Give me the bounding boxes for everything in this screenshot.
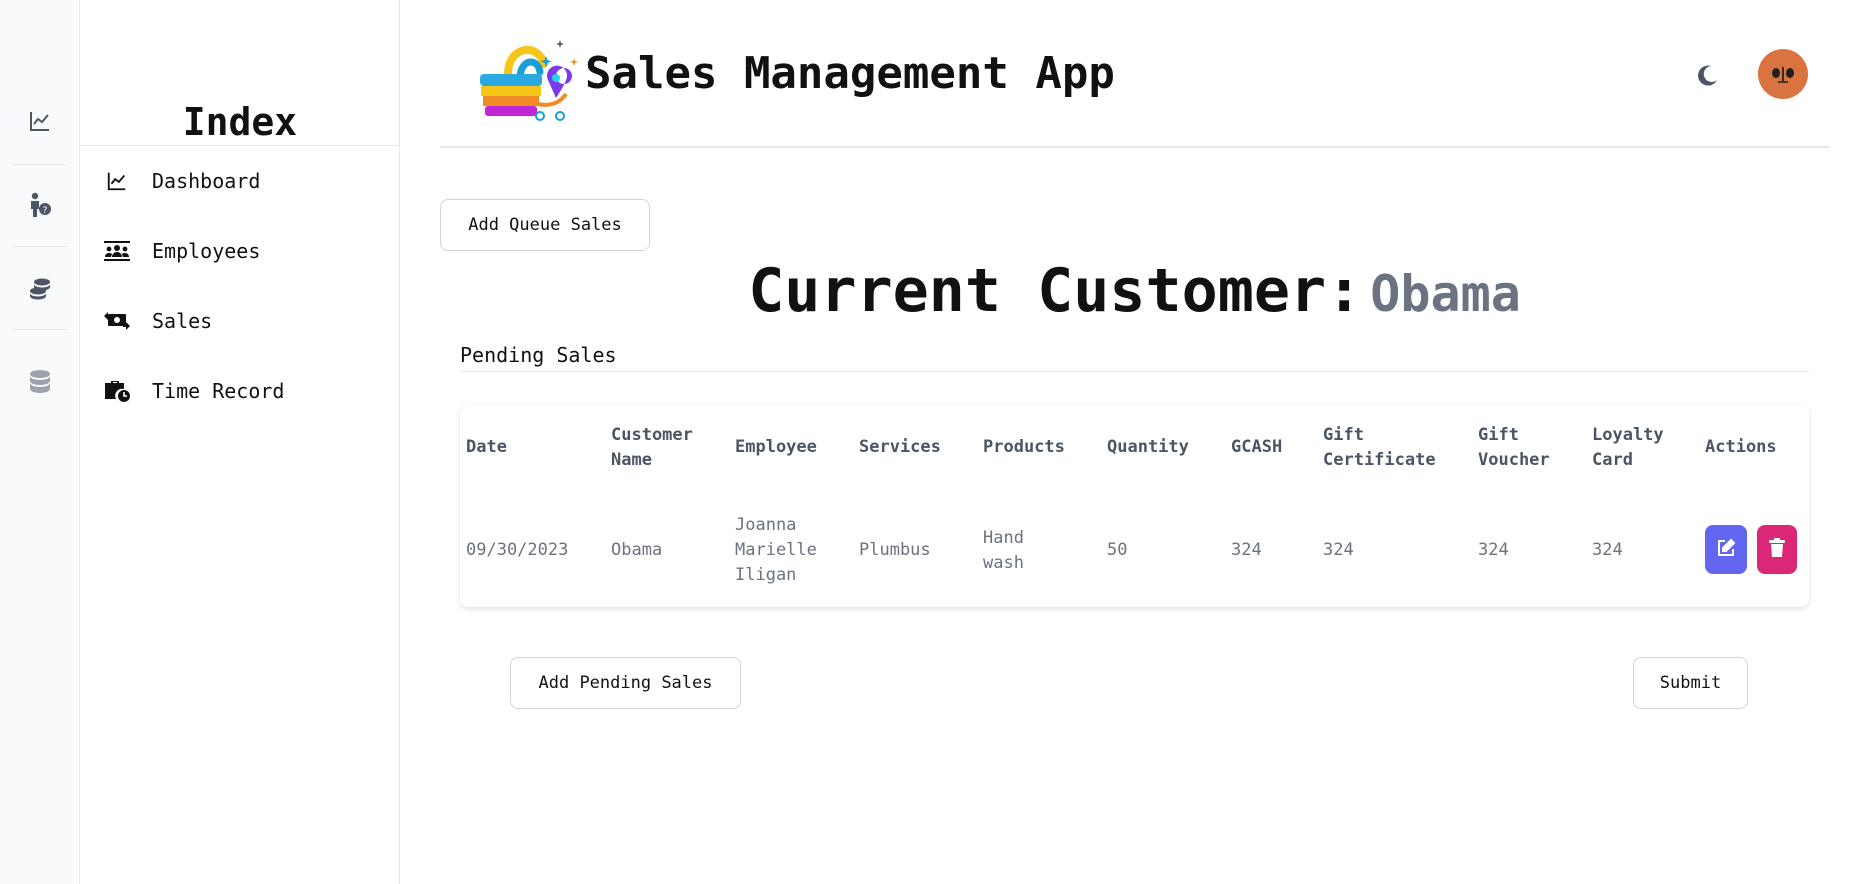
sidebar-item-label: Dashboard [152,169,261,193]
sidebar-item-label: Employees [152,239,261,263]
app-logo [472,36,582,124]
add-pending-sales-button[interactable]: Add Pending Sales [510,657,741,709]
cell-gcash: 324 [1231,540,1262,560]
column-header-quantity: Quantity [1107,437,1189,457]
cell-date: 09/30/2023 [466,540,569,560]
edit-icon [1716,538,1736,562]
people-group-icon [102,239,132,263]
cell-loyalty-card: 324 [1592,540,1623,560]
cell-quantity: 50 [1107,540,1128,560]
sidebar-item-label: Time Record [152,379,285,403]
sidebar-item-time-record[interactable]: Time Record [102,371,284,411]
pending-sales-title: Pending Sales [460,343,617,367]
briefcase-clock-icon [102,379,132,403]
svg-text:?: ? [43,206,48,216]
sidebar-item-dashboard[interactable]: Dashboard [102,161,260,201]
chart-line-icon[interactable] [0,101,80,141]
money-exchange-icon [102,309,132,333]
cell-products: Hand wash [983,528,1024,573]
pending-sales-table: Date Customer Name Employee Services Prod… [460,405,1809,607]
sidebar-title: Index [182,100,298,144]
delete-button[interactable] [1757,525,1797,574]
cell-gift-voucher: 324 [1478,540,1509,560]
database-icon[interactable] [0,362,80,402]
column-header-actions: Actions [1705,437,1777,457]
cell-services: Plumbus [859,540,931,560]
current-customer-name: Obama [1370,265,1521,323]
column-header-services: Services [859,437,941,457]
add-queue-sales-button[interactable]: Add Queue Sales [440,199,650,251]
sidebar: Index Dashboard Employees Sales Time Rec… [80,0,400,884]
column-header-gift-certificate: Gift Certificate [1323,425,1436,470]
column-header-date: Date [466,437,507,457]
sidebar-item-sales[interactable]: Sales [102,301,212,341]
submit-button[interactable]: Submit [1633,657,1748,709]
edit-button[interactable] [1705,525,1747,574]
avatar[interactable] [1758,49,1808,99]
app-title: Sales Management App [585,48,1115,99]
sidebar-item-employees[interactable]: Employees [102,231,260,271]
trash-icon [1768,537,1786,562]
current-customer: Current Customer: Obama [440,256,1829,326]
cell-employee: Joanna Marielle Iligan [735,515,817,585]
column-header-customer-name: Customer Name [611,425,693,470]
icon-rail: ? [0,0,80,884]
column-header-loyalty-card: Loyalty Card [1592,425,1664,470]
chart-line-icon [102,169,132,193]
column-header-employee: Employee [735,437,817,457]
person-question-icon[interactable]: ? [0,185,80,225]
column-header-gcash: GCASH [1231,437,1283,457]
moon-icon[interactable] [1692,60,1722,90]
current-customer-label: Current Customer: [748,256,1363,326]
cell-gift-certificate: 324 [1323,540,1354,560]
sidebar-item-label: Sales [152,309,213,333]
column-header-gift-voucher: Gift Voucher [1478,425,1550,470]
coins-icon[interactable] [0,269,80,309]
column-header-products: Products [983,437,1065,457]
cell-customer-name: Obama [611,540,663,560]
